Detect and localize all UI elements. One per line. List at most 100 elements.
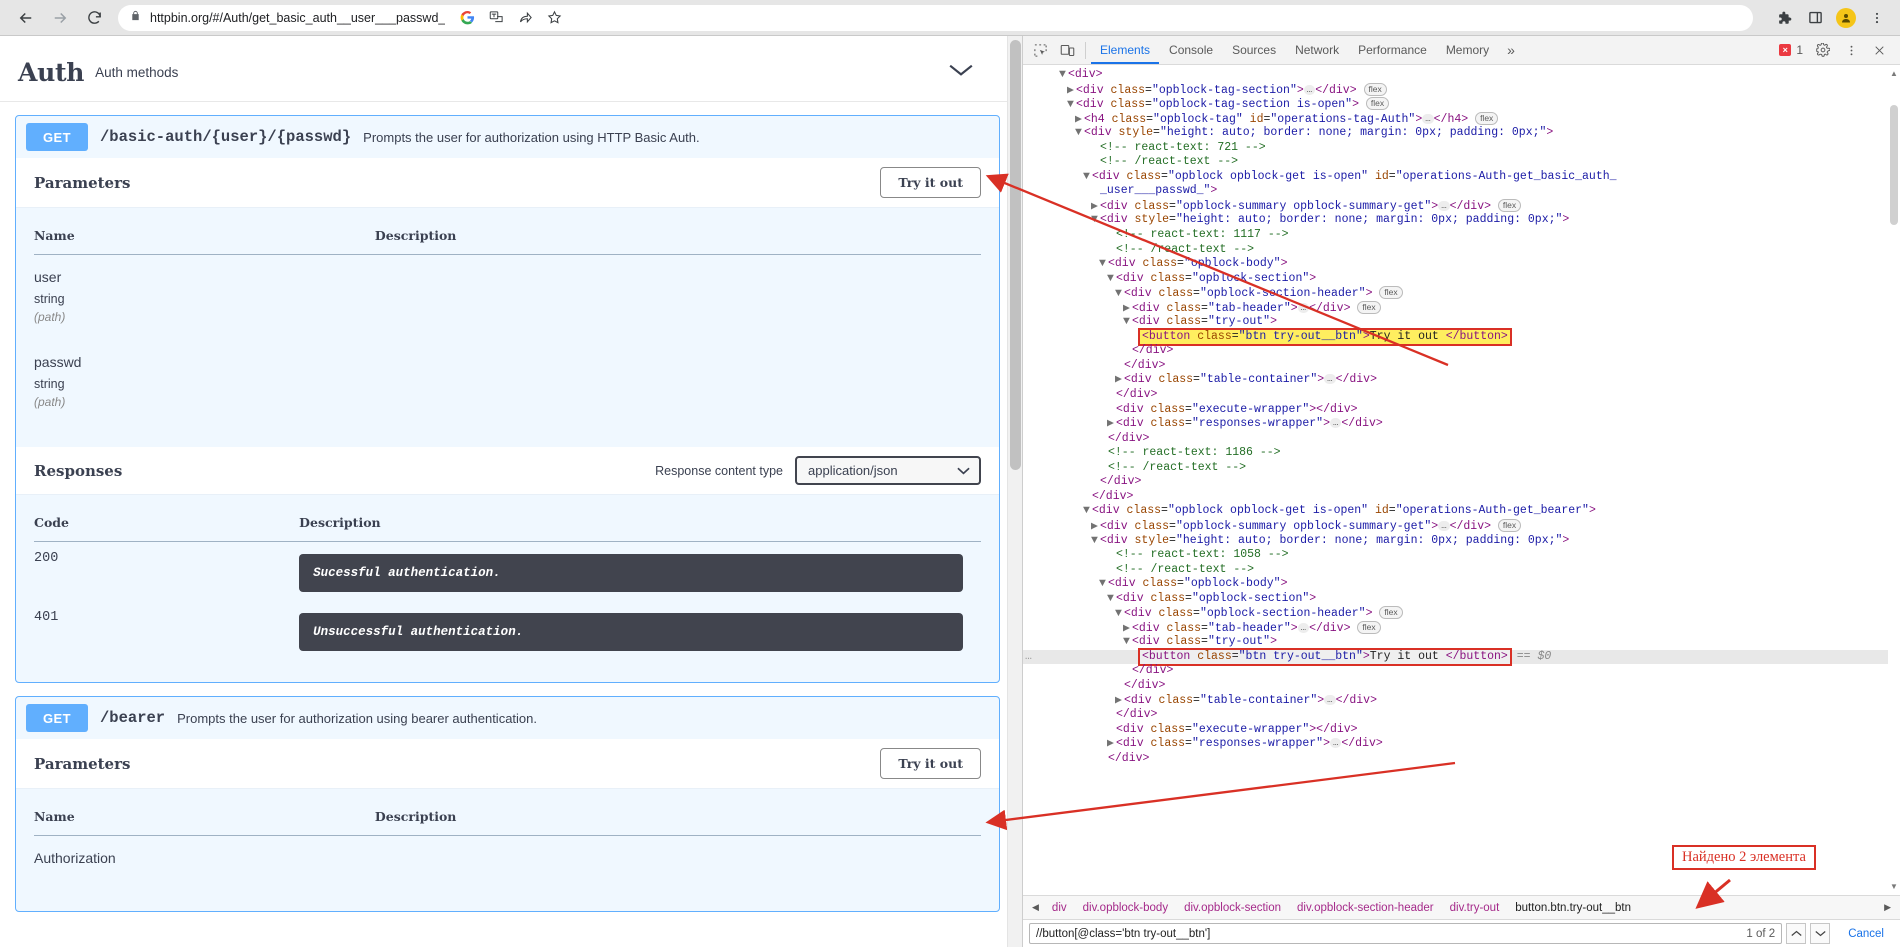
error-badge[interactable]: × 1 bbox=[1774, 43, 1808, 57]
dom-tree-line[interactable]: <!-- react-text: 1058 --> bbox=[1023, 548, 1900, 563]
scrollbar-thumb[interactable] bbox=[1890, 105, 1898, 225]
dom-tree-line[interactable]: ▶<div class="opblock-summary opblock-sum… bbox=[1023, 199, 1900, 214]
dom-tree-line[interactable]: </div> bbox=[1023, 490, 1900, 505]
breadcrumb-item[interactable]: div bbox=[1044, 902, 1075, 914]
dom-tree-line[interactable]: <div class="execute-wrapper"></div> bbox=[1023, 723, 1900, 738]
dom-tree-line[interactable]: ▼<div style="height: auto; border: none;… bbox=[1023, 534, 1900, 549]
dom-tree-line[interactable]: <div class="execute-wrapper"></div> bbox=[1023, 403, 1900, 418]
dom-tree-line[interactable]: </div> bbox=[1023, 475, 1900, 490]
caret-left-icon[interactable]: ◀ bbox=[1027, 902, 1044, 913]
try-it-out-button[interactable]: Try it out bbox=[880, 167, 981, 198]
extensions-puzzle-icon[interactable] bbox=[1771, 5, 1797, 31]
dom-tree-line[interactable]: ▼<div style="height: auto; border: none;… bbox=[1023, 126, 1900, 141]
chrome-menu-icon[interactable] bbox=[1864, 5, 1890, 31]
tab-elements[interactable]: Elements bbox=[1091, 36, 1159, 64]
dom-tree-line[interactable]: ▶<h4 class="opblock-tag" id="operations-… bbox=[1023, 112, 1900, 127]
chevron-down-icon[interactable] bbox=[948, 62, 1008, 83]
page-scrollbar[interactable] bbox=[1007, 36, 1022, 947]
inspect-element-icon[interactable] bbox=[1027, 38, 1053, 63]
tab-memory[interactable]: Memory bbox=[1437, 36, 1498, 64]
dom-tree-line[interactable]: ▼<div class="try-out"> bbox=[1023, 315, 1900, 330]
dom-tree-line[interactable]: ▼<div class="opblock-body"> bbox=[1023, 257, 1900, 272]
dom-tree-line[interactable]: <!-- react-text: 1186 --> bbox=[1023, 446, 1900, 461]
dom-tree-line[interactable]: ▼<div class="opblock-section"> bbox=[1023, 272, 1900, 287]
search-input[interactable]: //button[@class='btn try-out__btn'] 1 of… bbox=[1029, 923, 1782, 944]
dom-tree-line[interactable]: ▶<div class="opblock-tag-section">…</div… bbox=[1023, 83, 1900, 98]
dom-tree-line[interactable]: <!-- /react-text --> bbox=[1023, 243, 1900, 258]
scroll-up-arrow-icon[interactable]: ▲ bbox=[1890, 69, 1898, 78]
dom-tree-line[interactable]: ▼<div class="opblock-body"> bbox=[1023, 577, 1900, 592]
dom-tree-line[interactable]: ▼<div class="try-out"> bbox=[1023, 635, 1900, 650]
content-type-select[interactable]: application/json bbox=[795, 456, 981, 485]
google-icon[interactable] bbox=[454, 5, 480, 31]
dom-tree-line[interactable]: ▼<div> bbox=[1023, 68, 1900, 83]
dom-tree-line[interactable]: <!-- /react-text --> bbox=[1023, 461, 1900, 476]
tab-console[interactable]: Console bbox=[1160, 36, 1222, 64]
dom-tree-line[interactable]: ▶<div class="opblock-summary opblock-sum… bbox=[1023, 519, 1900, 534]
dom-tree-line[interactable]: ▼<div class="opblock opblock-get is-open… bbox=[1023, 504, 1900, 519]
side-panel-icon[interactable] bbox=[1802, 5, 1828, 31]
scroll-down-arrow-icon[interactable]: ▼ bbox=[1890, 882, 1898, 891]
search-next-button[interactable] bbox=[1810, 923, 1830, 944]
dom-tree-line[interactable]: </div> bbox=[1023, 359, 1900, 374]
caret-right-icon[interactable]: ▶ bbox=[1879, 902, 1896, 913]
dom-tree-line[interactable]: <!-- react-text: 721 --> bbox=[1023, 141, 1900, 156]
dom-tree-line[interactable]: ▼<div class="opblock-section"> bbox=[1023, 592, 1900, 607]
dom-tree-line[interactable]: <button class="btn try-out__btn">Try it … bbox=[1023, 330, 1900, 345]
chevron-down-icon bbox=[957, 463, 970, 478]
breadcrumb-item[interactable]: div.opblock-body bbox=[1075, 902, 1176, 914]
tab-performance[interactable]: Performance bbox=[1349, 36, 1436, 64]
dom-tree-line[interactable]: </div> bbox=[1023, 388, 1900, 403]
dom-tree-line[interactable]: ▶<div class="tab-header">…</div> flex bbox=[1023, 301, 1900, 316]
dom-tree-line[interactable]: ▶<div class="tab-header">…</div> flex bbox=[1023, 621, 1900, 636]
dom-tree-line[interactable]: …<button class="btn try-out__btn">Try it… bbox=[1023, 650, 1900, 665]
dom-tree-line[interactable]: <!-- react-text: 1117 --> bbox=[1023, 228, 1900, 243]
more-vertical-icon[interactable] bbox=[1838, 38, 1864, 63]
dom-tree-line[interactable]: ▼<div style="height: auto; border: none;… bbox=[1023, 213, 1900, 228]
dom-tree-line[interactable]: ▼<div class="opblock opblock-get is-open… bbox=[1023, 170, 1900, 185]
forward-arrow-icon[interactable] bbox=[44, 3, 76, 33]
breadcrumb-item[interactable]: div.opblock-section-header bbox=[1289, 902, 1442, 914]
breadcrumb-item[interactable]: button.btn.try-out__btn bbox=[1507, 902, 1639, 914]
close-icon[interactable] bbox=[1866, 38, 1892, 63]
devtools-scrollbar[interactable]: ▲ ▼ bbox=[1888, 65, 1900, 895]
dom-tree-line[interactable]: <!-- /react-text --> bbox=[1023, 155, 1900, 170]
dom-tree-pane[interactable]: ▼<div>▶<div class="opblock-tag-section">… bbox=[1023, 65, 1900, 895]
reload-icon[interactable] bbox=[78, 3, 110, 33]
dom-tree-line[interactable]: ▶<div class="table-container">…</div> bbox=[1023, 694, 1900, 709]
tab-network[interactable]: Network bbox=[1286, 36, 1348, 64]
dom-tree-line[interactable]: ▼<div class="opblock-section-header"> fl… bbox=[1023, 606, 1900, 621]
share-icon[interactable] bbox=[512, 5, 538, 31]
dom-tree-line[interactable]: ▶<div class="responses-wrapper">…</div> bbox=[1023, 417, 1900, 432]
search-cancel-button[interactable]: Cancel bbox=[1834, 928, 1894, 940]
dom-tree-line[interactable]: <!-- /react-text --> bbox=[1023, 563, 1900, 578]
breadcrumb-item[interactable]: div.opblock-section bbox=[1176, 902, 1289, 914]
breadcrumb-item[interactable]: div.try-out bbox=[1442, 902, 1508, 914]
dom-tree-line[interactable]: </div> bbox=[1023, 708, 1900, 723]
dom-tree[interactable]: ▼<div>▶<div class="opblock-tag-section">… bbox=[1023, 65, 1900, 766]
try-it-out-button[interactable]: Try it out bbox=[880, 748, 981, 779]
dom-tree-line[interactable]: </div> bbox=[1023, 752, 1900, 767]
dom-tree-line[interactable]: </div> bbox=[1023, 679, 1900, 694]
dom-tree-line[interactable]: ▶<div class="responses-wrapper">…</div> bbox=[1023, 737, 1900, 752]
bookmark-star-icon[interactable] bbox=[541, 5, 567, 31]
dom-tree-line[interactable]: ▼<div class="opblock-section-header"> fl… bbox=[1023, 286, 1900, 301]
gear-icon[interactable] bbox=[1810, 38, 1836, 63]
chevron-double-right-icon[interactable]: » bbox=[1499, 42, 1523, 58]
search-prev-button[interactable] bbox=[1786, 923, 1806, 944]
device-toolbar-icon[interactable] bbox=[1054, 38, 1080, 63]
dom-tree-line[interactable]: </div> bbox=[1023, 664, 1900, 679]
dom-tree-line[interactable]: ▶<div class="table-container">…</div> bbox=[1023, 373, 1900, 388]
dom-tree-line[interactable]: </div> bbox=[1023, 344, 1900, 359]
translate-icon[interactable] bbox=[483, 5, 509, 31]
opblock-summary[interactable]: GET /bearer Prompts the user for authori… bbox=[16, 697, 999, 739]
profile-avatar-icon[interactable] bbox=[1833, 5, 1859, 31]
tab-sources[interactable]: Sources bbox=[1223, 36, 1285, 64]
back-arrow-icon[interactable] bbox=[10, 3, 42, 33]
dom-tree-line[interactable]: </div> bbox=[1023, 432, 1900, 447]
opblock-summary[interactable]: GET /basic-auth/{user}/{passwd} Prompts … bbox=[16, 116, 999, 158]
address-bar[interactable]: httpbin.org/#/Auth/get_basic_auth__user_… bbox=[118, 5, 1753, 31]
dom-tree-line[interactable]: _user___passwd_"> bbox=[1023, 184, 1900, 199]
dom-tree-line[interactable]: ▼<div class="opblock-tag-section is-open… bbox=[1023, 97, 1900, 112]
scrollbar-thumb[interactable] bbox=[1010, 40, 1021, 470]
